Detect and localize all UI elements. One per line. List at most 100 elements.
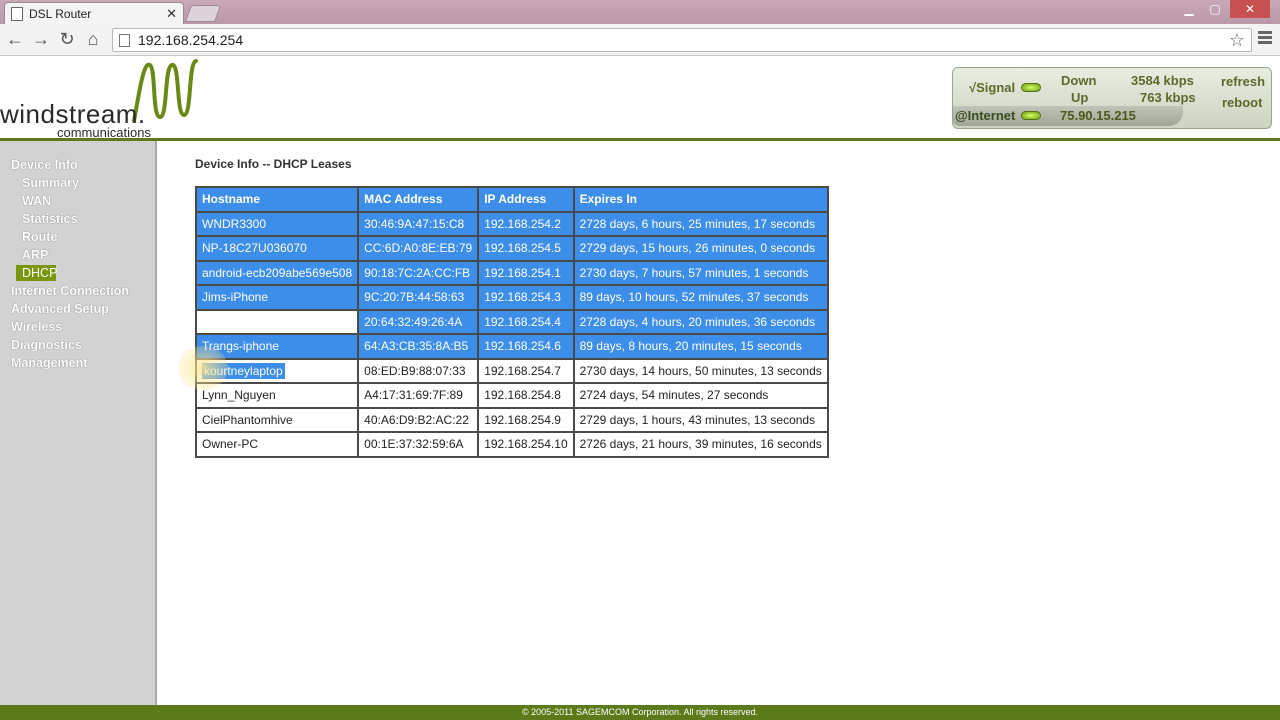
cell-ip: 192.168.254.3	[477, 284, 575, 311]
cell-mac: 9C:20:7B:44:58:63	[357, 284, 480, 311]
cell-hostname: android-ecb209abe569e508	[194, 259, 360, 286]
cell-expires: 2728 days, 6 hours, 25 minutes, 17 secon…	[572, 210, 829, 237]
sidebar-nav: Device Info Summary WAN Statistics Route…	[0, 141, 157, 706]
table-row: CielPhantomhive 40:A6:D9:B2:AC:22 192.16…	[194, 406, 829, 433]
cell-mac: 40:A6:D9:B2:AC:22	[357, 406, 480, 433]
sidebar-item-arp[interactable]: ARP	[22, 248, 48, 262]
cell-hostname: Trangs-iphone	[194, 333, 360, 360]
menu-icon[interactable]	[1258, 31, 1272, 46]
sidebar-item-dhcp[interactable]: DHCP	[16, 265, 57, 281]
page-icon	[11, 6, 23, 21]
cell-expires: 2724 days, 54 minutes, 27 seconds	[572, 382, 829, 409]
table-row: Owner-PC 00:1E:37:32:59:6A 192.168.254.1…	[194, 431, 829, 458]
sidebar-item-device-info[interactable]: Device Info	[11, 158, 78, 172]
home-icon[interactable]: ⌂	[80, 29, 106, 50]
cell-ip: 192.168.254.8	[477, 382, 575, 409]
sidebar-item-internet-connection[interactable]: Internet Connection	[11, 284, 129, 298]
cell-mac: 08:ED:B9:88:07:33	[357, 357, 480, 384]
minimize-icon[interactable]: ▁	[1178, 0, 1200, 18]
cell-hostname	[194, 308, 360, 335]
close-icon[interactable]: ✕	[166, 6, 177, 22]
tab-title: DSL Router	[29, 6, 92, 21]
sidebar-item-wireless[interactable]: Wireless	[11, 320, 62, 334]
reboot-link[interactable]: reboot	[1222, 95, 1262, 110]
cell-mac: CC:6D:A0:8E:EB:79	[357, 235, 480, 262]
cell-mac: 90:18:7C:2A:CC:FB	[357, 259, 480, 286]
cell-hostname: CielPhantomhive	[194, 406, 360, 433]
sidebar-item-management[interactable]: Management	[11, 356, 87, 370]
cell-mac: 64:A3:CB:35:8A:B5	[357, 333, 480, 360]
cell-hostname: NP-18C27U036070	[194, 235, 360, 262]
signal-led-icon	[1021, 83, 1041, 92]
table-row: Lynn_Nguyen A4:17:31:69:7F:89 192.168.25…	[194, 382, 829, 409]
table-row: kourtneylaptop 08:ED:B9:88:07:33 192.168…	[194, 357, 829, 384]
cell-expires: 2728 days, 4 hours, 20 minutes, 36 secon…	[572, 308, 829, 335]
cell-expires: 2726 days, 21 hours, 39 minutes, 16 seco…	[572, 431, 829, 458]
browser-tabstrip: DSL Router ✕ ▁ ▢ ✕	[0, 0, 1280, 24]
cell-hostname: WNDR3300	[194, 210, 360, 237]
table-header-row: Hostname MAC Address IP Address Expires …	[194, 186, 829, 213]
window-controls: ▁ ▢ ✕	[1178, 0, 1270, 18]
down-label: Down	[1061, 73, 1097, 88]
sidebar-item-statistics[interactable]: Statistics	[22, 212, 78, 226]
sidebar-item-route[interactable]: Route	[22, 230, 57, 244]
reload-icon[interactable]: ↻	[54, 29, 80, 50]
column-header-hostname: Hostname	[194, 186, 360, 213]
cell-ip: 192.168.254.4	[477, 308, 575, 335]
cell-ip: 192.168.254.10	[477, 431, 575, 458]
wan-ip-address: 75.90.15.215	[1060, 108, 1136, 123]
page-title: Device Info -- DHCP Leases	[195, 157, 352, 171]
address-bar[interactable]: 192.168.254.254 ☆	[112, 28, 1252, 52]
cell-ip: 192.168.254.6	[477, 333, 575, 360]
selected-text: kourtneylaptop	[202, 362, 285, 379]
dhcp-leases-table: Hostname MAC Address IP Address Expires …	[194, 186, 829, 458]
cell-hostname: Jims-iPhone	[194, 284, 360, 311]
cell-mac: 30:46:9A:47:15:C8	[357, 210, 480, 237]
cell-expires: 2730 days, 14 hours, 50 minutes, 13 seco…	[572, 357, 829, 384]
footer: © 2005-2011 SAGEMCOM Corporation. All ri…	[0, 705, 1280, 720]
header-divider	[0, 138, 1280, 141]
table-row: Trangs-iphone 64:A3:CB:35:8A:B5 192.168.…	[194, 333, 829, 360]
sidebar-item-summary[interactable]: Summary	[22, 176, 79, 190]
window-close-icon[interactable]: ✕	[1230, 0, 1270, 18]
sidebar-item-wan[interactable]: WAN	[22, 194, 51, 208]
cell-hostname: kourtneylaptop	[194, 357, 360, 384]
signal-label: √Signal	[969, 80, 1016, 95]
cell-expires: 89 days, 10 hours, 52 minutes, 37 second…	[572, 284, 829, 311]
upstream-rate: 763 kbps	[1140, 90, 1196, 105]
page-icon	[119, 33, 130, 47]
internet-led-icon	[1021, 111, 1041, 120]
cell-mac: 20:64:32:49:26:4A	[357, 308, 480, 335]
table-row: Jims-iPhone 9C:20:7B:44:58:63 192.168.25…	[194, 284, 829, 311]
bookmark-star-icon[interactable]: ☆	[1229, 30, 1245, 51]
cell-ip: 192.168.254.5	[477, 235, 575, 262]
cell-expires: 89 days, 8 hours, 20 minutes, 15 seconds	[572, 333, 829, 360]
cell-expires: 2729 days, 1 hours, 43 minutes, 13 secon…	[572, 406, 829, 433]
downstream-rate: 3584 kbps	[1131, 73, 1194, 88]
back-icon[interactable]: ←	[2, 29, 28, 50]
cell-hostname: Lynn_Nguyen	[194, 382, 360, 409]
table-row: 20:64:32:49:26:4A 192.168.254.4 2728 day…	[194, 308, 829, 335]
cell-expires: 2730 days, 7 hours, 57 minutes, 1 second…	[572, 259, 829, 286]
cell-hostname: Owner-PC	[194, 431, 360, 458]
new-tab-button[interactable]	[184, 5, 222, 22]
cell-ip: 192.168.254.9	[477, 406, 575, 433]
cell-ip: 192.168.254.1	[477, 259, 575, 286]
refresh-link[interactable]: refresh	[1221, 74, 1265, 89]
browser-tab[interactable]: DSL Router ✕	[4, 2, 184, 24]
table-row: android-ecb209abe569e508 90:18:7C:2A:CC:…	[194, 259, 829, 286]
cell-ip: 192.168.254.7	[477, 357, 575, 384]
sidebar-item-diagnostics[interactable]: Diagnostics	[11, 338, 82, 352]
forward-icon[interactable]: →	[28, 29, 54, 50]
url-text[interactable]: 192.168.254.254	[138, 32, 1229, 48]
column-header-ip: IP Address	[477, 186, 575, 213]
up-label: Up	[1071, 90, 1089, 105]
browser-toolbar: ← → ↻ ⌂ 192.168.254.254 ☆	[0, 24, 1280, 56]
cell-expires: 2729 days, 15 hours, 26 minutes, 0 secon…	[572, 235, 829, 262]
table-row: WNDR3300 30:46:9A:47:15:C8 192.168.254.2…	[194, 210, 829, 237]
internet-label: @Internet	[955, 108, 1016, 123]
table-row: NP-18C27U036070 CC:6D:A0:8E:EB:79 192.16…	[194, 235, 829, 262]
maximize-icon[interactable]: ▢	[1204, 0, 1226, 18]
sidebar-item-advanced-setup[interactable]: Advanced Setup	[11, 302, 109, 316]
cell-mac: 00:1E:37:32:59:6A	[357, 431, 480, 458]
